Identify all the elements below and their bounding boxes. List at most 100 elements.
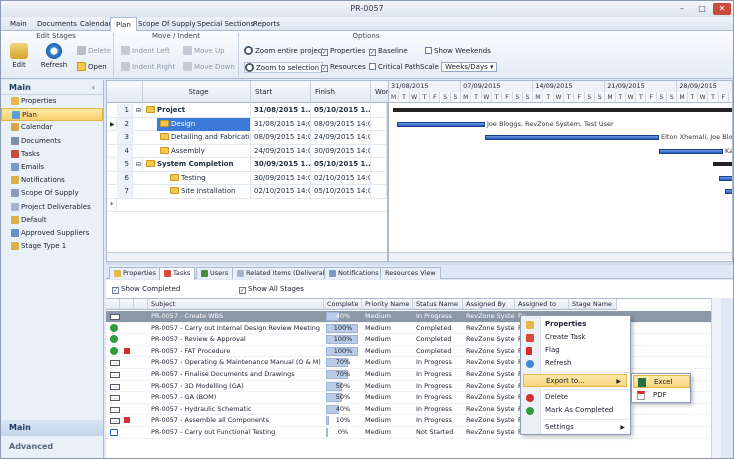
subject-cell[interactable]: PR-0057 - Operating & Maintenance Manual… [148,357,324,368]
scale-dropdown[interactable]: Weeks/Days ▾ [441,62,498,72]
show-weekends-checkbox[interactable]: Show Weekends [425,46,491,57]
sidebar-item-emails[interactable]: Emails [1,161,103,174]
maximize-icon[interactable]: □ [693,3,711,15]
menu-reports[interactable]: Reports [248,17,285,31]
finish-cell[interactable]: 02/10/2015 14:03 [311,171,371,185]
subject-cell[interactable]: PR-0057 - Carry out Internal Design Revi… [148,323,324,334]
indent-right-button[interactable]: Indent Right [121,62,175,73]
sidebar-item-scope-of-supply[interactable]: Scope Of Supply [1,187,103,200]
tab-users[interactable]: Users [196,267,234,279]
tab-tasks[interactable]: Tasks [159,267,196,280]
plan-row[interactable]: 6 Testing 30/09/2015 14:03 02/10/2015 14:03 [107,171,387,185]
flag-cell[interactable] [121,381,134,392]
export-excel-item[interactable]: Excel [633,375,690,388]
move-up-button[interactable]: Move Up [183,46,225,57]
flag-cell[interactable] [121,427,134,438]
work-cell[interactable] [371,131,387,144]
start-cell[interactable]: 31/08/2015 14:03 [251,117,311,131]
assigned-by-cell[interactable]: RevZone System [463,323,515,334]
context-item-delete[interactable]: Delete [521,391,630,404]
status-cell[interactable]: Completed [413,334,463,345]
expand-icon[interactable]: ⊟ [133,104,143,117]
sidebar-item-tasks[interactable]: Tasks [1,148,103,161]
status-column-header[interactable]: Status Name [413,299,463,310]
flag-cell[interactable] [121,323,134,334]
stage-column-header[interactable]: Stage [143,81,251,103]
menu-scope-of-supply[interactable]: Scope Of Supply [133,17,201,31]
stage-cell[interactable]: Project [143,104,251,117]
finish-cell[interactable]: 30/09/2015 14:03 [311,144,371,158]
indent-left-button[interactable]: Indent Left [121,46,170,57]
work-cell[interactable] [371,185,387,198]
assigned-by-cell[interactable]: RevZone System [463,404,515,415]
priority-cell[interactable]: Medium [362,323,413,334]
subject-column-header[interactable]: Subject [148,299,324,310]
task-vertical-scrollbar[interactable] [711,298,721,458]
complete-cell[interactable]: 0% [324,427,362,438]
sidebar-item-notifications[interactable]: Notifications [1,174,103,187]
minimize-icon[interactable]: – [673,3,691,15]
assigned-by-cell[interactable]: RevZone System [463,381,515,392]
stage-cell[interactable]: Site Installation [167,185,251,198]
status-cell[interactable]: In Progress [413,369,463,380]
priority-cell[interactable]: Medium [362,311,413,322]
tab-properties[interactable]: Properties [109,267,161,279]
assigned-by-cell[interactable]: RevZone System [463,392,515,403]
priority-cell[interactable]: Medium [362,369,413,380]
complete-cell[interactable]: 100% [324,346,362,357]
properties-checkbox[interactable]: ✓ Properties [321,46,365,57]
complete-cell[interactable]: 50% [324,392,362,403]
gantt-bar-assembly[interactable] [659,149,723,154]
stage-cell[interactable]: Detailing and Fabrication [157,131,251,144]
assigned-by-cell[interactable]: RevZone System [463,427,515,438]
status-cell[interactable]: In Progress [413,392,463,403]
sidebar-item-plan[interactable]: Plan [1,108,103,122]
zoom-entire-project-button[interactable]: Zoom entire project [244,46,324,57]
subject-cell[interactable]: PR-0057 - GA (BOM) [148,392,324,403]
status-cell[interactable]: In Progress [413,381,463,392]
status-cell[interactable]: Completed [413,323,463,334]
work-cell[interactable] [371,144,387,158]
status-cell[interactable]: In Progress [413,404,463,415]
flag-cell[interactable] [121,357,134,368]
subject-cell[interactable]: PR-0057 - Create WBS [148,311,324,322]
sidebar-main-button[interactable]: Main [1,420,103,436]
assigned-by-cell[interactable]: RevZone System [463,369,515,380]
finish-cell[interactable]: 08/09/2015 14:03 [311,117,371,131]
complete-cell[interactable]: 70% [324,369,362,380]
priority-cell[interactable]: Medium [362,334,413,345]
plan-row[interactable]: 4 Assembly 24/09/2015 14:03 30/09/2015 14:0… [107,144,387,158]
menu-main[interactable]: Main [5,17,32,31]
stage-cell[interactable]: Testing [167,171,251,185]
flag-cell[interactable] [121,334,134,345]
assigned-by-cell[interactable]: RevZone System [463,311,515,322]
priority-cell[interactable]: Medium [362,381,413,392]
subject-cell[interactable]: PR-0057 - Carry out Functional Testing [148,427,324,438]
sidebar-item-project-deliverables[interactable]: Project Deliverables [1,201,103,214]
move-down-button[interactable]: Move Down [183,62,235,73]
gantt-bar-testing[interactable] [719,176,732,181]
plan-row[interactable]: 3 Detailing and Fabrication 08/09/2015 14:… [107,131,387,145]
start-cell[interactable]: 30/09/2015 14:03 [251,171,311,185]
status-cell[interactable]: Completed [413,346,463,357]
start-cell[interactable]: 30/09/2015 1... [251,158,311,171]
open-button[interactable]: Open [77,62,107,73]
finish-cell[interactable]: 05/10/2015 14:03 [311,185,371,198]
collapse-icon[interactable]: ‹ [92,80,95,95]
flag-cell[interactable] [121,311,134,322]
flag-cell[interactable] [121,369,134,380]
context-item-export-to[interactable]: Export to... ▶ [523,374,627,387]
status-cell[interactable]: Not Started [413,427,463,438]
sidebar-item-calendar[interactable]: Calendar [1,121,103,134]
plan-row[interactable]: 1 ⊟ Project 31/08/2015 1... 05/10/2015 1... [107,104,387,118]
context-item-refresh[interactable]: Refresh [521,357,630,370]
gantt-bar-site-installation[interactable] [725,189,732,194]
context-item-settings[interactable]: Settings ▶ [521,421,630,434]
subject-cell[interactable]: PR-0057 - Review & Approval [148,334,324,345]
start-column-header[interactable]: Start [251,81,311,103]
assigned-by-cell[interactable]: RevZone System [463,415,515,426]
tab-resources-view[interactable]: Resources View [380,267,441,279]
finish-cell[interactable]: 24/09/2015 14:03 [311,131,371,144]
plan-row[interactable]: ▶ 2 Design 31/08/2015 14:03 08/09/2015 14:03 [107,117,387,131]
finish-column-header[interactable]: Finish [311,81,371,103]
